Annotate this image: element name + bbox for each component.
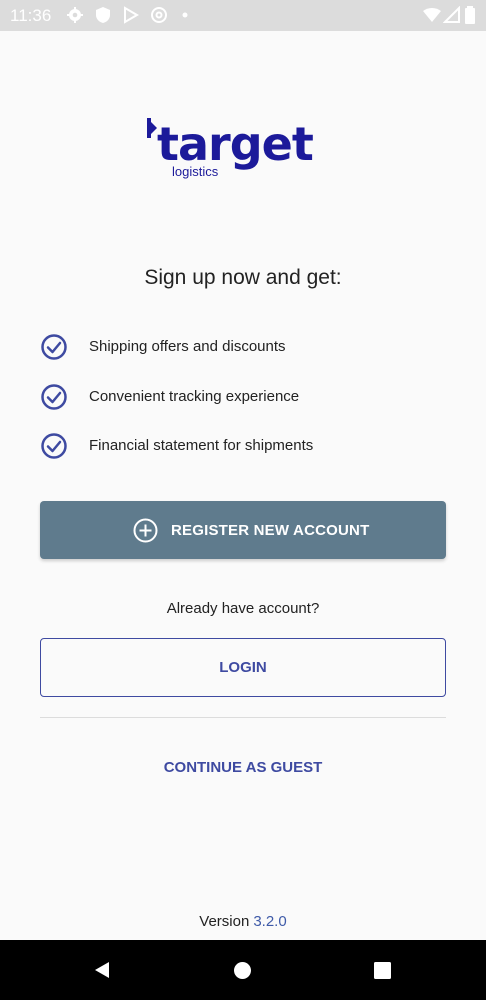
svg-text:target: target <box>157 117 313 171</box>
login-button-label: LOGIN <box>219 659 267 676</box>
page-title: Sign up now and get: <box>144 266 342 289</box>
settings-icon <box>67 7 83 23</box>
play-store-icon <box>124 6 139 24</box>
navigation-bar <box>0 940 486 1000</box>
already-have-account-text: Already have account? <box>166 600 320 617</box>
at-sign-icon <box>151 7 167 23</box>
notification-dot-icon <box>182 12 188 18</box>
divider <box>40 717 446 718</box>
battery-icon <box>465 6 475 24</box>
signal-icon <box>443 6 460 23</box>
benefit-item: Financial statement for shipments <box>40 432 460 460</box>
logo-subtitle: logistics <box>172 164 219 179</box>
benefit-label: Convenient tracking experience <box>89 388 300 405</box>
benefit-label: Shipping offers and discounts <box>89 338 286 355</box>
register-new-account-button[interactable]: REGISTER NEW ACCOUNT <box>40 501 446 559</box>
status-bar: 11:36 <box>0 0 486 31</box>
check-circle-icon <box>41 384 67 410</box>
benefit-item: Shipping offers and discounts <box>40 333 460 361</box>
status-time: 11:36 <box>10 6 52 25</box>
check-circle-icon <box>41 334 67 360</box>
back-icon[interactable] <box>92 960 112 980</box>
shield-icon <box>96 7 110 23</box>
home-icon[interactable] <box>233 961 252 980</box>
recents-icon[interactable] <box>374 962 391 979</box>
guest-button-label: CONTINUE AS GUEST <box>163 759 323 776</box>
version-info: Version 3.2.0 <box>0 913 486 930</box>
login-button[interactable]: LOGIN <box>40 638 446 697</box>
version-number: 3.2.0 <box>253 913 287 930</box>
benefit-item: Convenient tracking experience <box>40 383 460 411</box>
check-circle-icon <box>41 433 67 459</box>
benefit-label: Financial statement for shipments <box>89 437 314 454</box>
register-button-label: REGISTER NEW ACCOUNT <box>171 522 370 539</box>
wifi-icon <box>423 8 441 22</box>
add-circle-icon <box>133 518 158 543</box>
continue-as-guest-button[interactable]: CONTINUE AS GUEST <box>150 755 336 781</box>
version-label: Version <box>199 913 250 930</box>
